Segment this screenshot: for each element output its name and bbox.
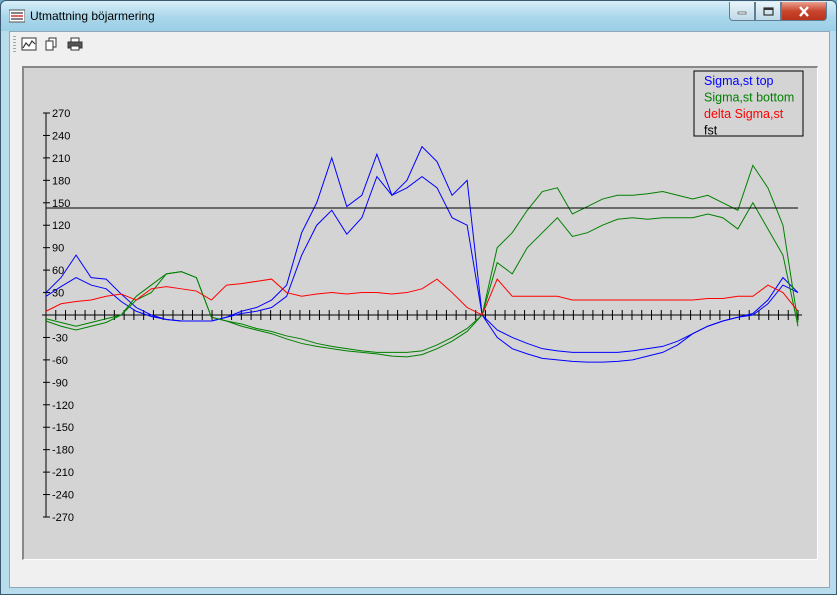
copy-icon: [45, 37, 57, 51]
y-tick-label: 240: [52, 130, 70, 142]
series-line-sigma-st-top: [45, 175, 799, 353]
close-button[interactable]: [781, 2, 827, 21]
series-line-sigma-st-top: [45, 145, 799, 363]
series-line-sigma-st-bottom: [45, 164, 799, 353]
y-tick-label: 180: [52, 175, 70, 187]
legend-entry: Sigma,st top: [704, 74, 774, 88]
legend-entry: delta Sigma,st: [704, 107, 784, 121]
y-tick-label: -30: [52, 332, 68, 344]
legend-entry: fst: [704, 124, 718, 138]
y-tick-label: -90: [52, 377, 68, 389]
toolbar-grip[interactable]: [13, 36, 16, 52]
chart-button[interactable]: [20, 35, 38, 53]
y-tick-label: -120: [52, 400, 74, 412]
y-tick-label: 270: [52, 108, 70, 120]
y-tick-label: -270: [52, 512, 74, 524]
series-line-delta-sigma-st: [45, 278, 799, 316]
minimize-button[interactable]: [729, 2, 755, 21]
y-tick-label: 30: [52, 288, 64, 300]
y-tick-label: -210: [52, 467, 74, 479]
maximize-button[interactable]: [755, 2, 781, 21]
y-tick-label: 120: [52, 220, 70, 232]
line-chart: 270240210180150120906030-30-60-90-120-15…: [42, 70, 804, 524]
app-icon: [9, 9, 25, 23]
y-tick-label: -150: [52, 422, 74, 434]
close-icon: [799, 5, 809, 17]
toolbar: [10, 32, 829, 56]
client-area: 270 240 210 180 150 120 90 60 30 -30 -60 -90 -120 -15…: [9, 31, 830, 588]
y-tick-label: 90: [52, 243, 64, 255]
title-bar[interactable]: Utmattning böjarmering: [1, 1, 836, 31]
legend-entry: Sigma,st bottom: [704, 91, 794, 105]
y-tick-label: -180: [52, 445, 74, 457]
maximize-icon: [762, 6, 774, 16]
status-bar: [10, 563, 829, 587]
y-tick-label: -240: [52, 490, 74, 502]
app-window: Utmattning böjarmering 270 240 210 180 1…: [0, 0, 837, 595]
print-button[interactable]: [66, 35, 84, 53]
minimize-icon: [737, 11, 747, 15]
chart-icon: [21, 37, 37, 51]
print-icon: [67, 37, 83, 51]
y-tick-label: -60: [52, 355, 68, 367]
window-title: Utmattning böjarmering: [30, 9, 155, 23]
chart-panel: 270 240 210 180 150 120 90 60 30 -30 -60 -90 -120 -15…: [22, 66, 818, 560]
y-tick-label: 210: [52, 153, 70, 165]
copy-button[interactable]: [42, 35, 60, 53]
